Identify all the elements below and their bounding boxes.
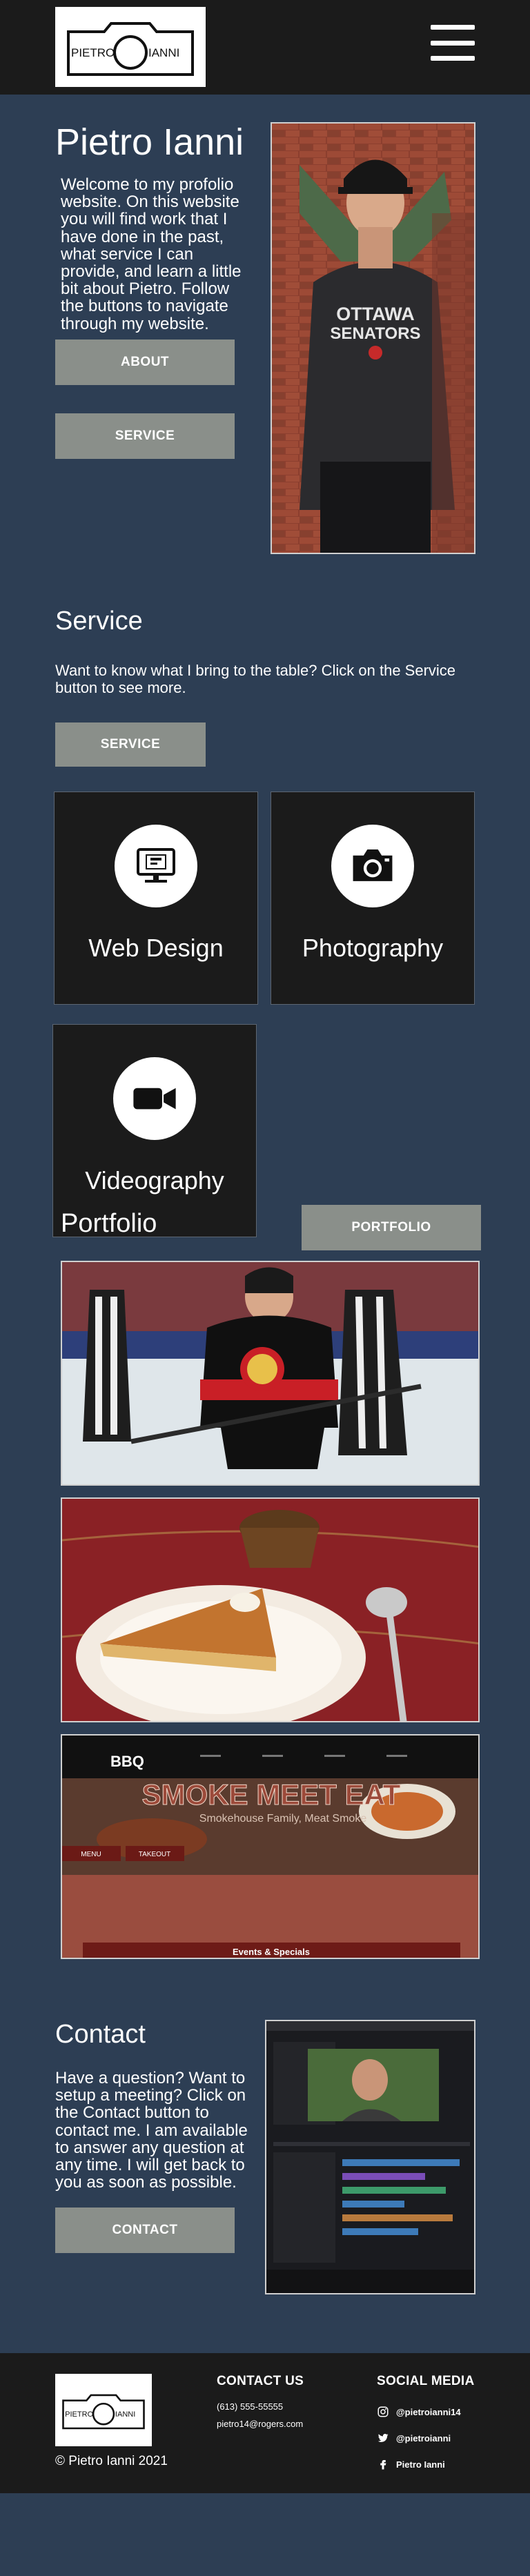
instagram-link[interactable]: @pietroianni14	[377, 2399, 475, 2425]
footer-logo[interactable]: PIETRO IANNI	[55, 2374, 152, 2446]
contact-section: Contact Have a question? Want to setup a…	[0, 2020, 530, 2353]
footer-logo-text-right: IANNI	[115, 2410, 135, 2419]
videography-card[interactable]: Videography	[52, 1024, 257, 1237]
facebook-link[interactable]: Pietro Ianni	[377, 2451, 475, 2477]
portrait-photo: OTTAWA SENATORS	[271, 122, 475, 554]
bbq-menu-text: MENU	[81, 1851, 101, 1858]
phone-number[interactable]: (613) 555-55555	[217, 2399, 304, 2416]
twitter-link[interactable]: @pietroianni	[377, 2425, 475, 2451]
instagram-icon	[377, 2406, 389, 2417]
portfolio-section: Portfolio PORTFOLIO BBQ SMOKE MEET EAT S…	[0, 1205, 530, 2020]
social-media-heading: SOCIAL MEDIA	[377, 2374, 475, 2388]
site-header: PIETRO IANNI	[0, 0, 530, 95]
bbq-headline: SMOKE MEET EAT	[142, 1778, 401, 1811]
copyright-text: © Pietro Ianni 2021	[55, 2454, 168, 2468]
twitter-icon	[377, 2433, 389, 2442]
facebook-icon	[380, 2460, 386, 2470]
hamburger-menu-icon[interactable]	[431, 25, 475, 61]
service-description: Want to know what I bring to the table? …	[55, 662, 456, 697]
footer-contact: CONTACT US (613) 555-55555 pietro14@roge…	[217, 2374, 304, 2432]
photography-card[interactable]: Photography	[271, 792, 475, 1005]
camera-logo-icon: PIETRO IANNI	[62, 2394, 145, 2429]
instagram-handle: @pietroianni14	[396, 2406, 461, 2417]
camera-icon	[331, 825, 414, 907]
page-title: Pietro Ianni	[55, 121, 244, 163]
contact-heading: Contact	[55, 2020, 146, 2049]
shirt-print-line1: OTTAWA	[336, 304, 414, 324]
bbq-subheadline: Smokehouse Family, Meat Smoke	[199, 1813, 367, 1825]
contact-description: Have a question? Want to setup a meeting…	[55, 2069, 248, 2192]
videography-label: Videography	[85, 1166, 224, 1194]
logo-text-right: IANNI	[148, 46, 179, 59]
photography-label: Photography	[302, 934, 444, 962]
footer-logo-text-left: PIETRO	[65, 2410, 93, 2419]
footer-social: SOCIAL MEDIA @pietroianni14 @pietroianni…	[377, 2374, 475, 2477]
about-button[interactable]: ABOUT	[55, 340, 235, 385]
facebook-name: Pietro Ianni	[396, 2459, 445, 2470]
hero-intro-text: Welcome to my profolio website. On this …	[61, 175, 242, 333]
service-section: Service Want to know what I bring to the…	[0, 598, 530, 1237]
contact-button[interactable]: CONTACT	[55, 2208, 235, 2253]
logo-text-left: PIETRO	[71, 46, 115, 59]
web-design-label: Web Design	[88, 934, 224, 962]
hero-service-button[interactable]: SERVICE	[55, 413, 235, 459]
portfolio-button[interactable]: PORTFOLIO	[302, 1205, 481, 1250]
contact-us-heading: CONTACT US	[217, 2374, 304, 2388]
site-logo[interactable]: PIETRO IANNI	[55, 7, 206, 87]
email-address[interactable]: pietro14@rogers.com	[217, 2416, 304, 2433]
twitter-handle: @pietroianni	[396, 2432, 451, 2444]
service-button[interactable]: SERVICE	[55, 722, 206, 767]
hockey-photo[interactable]	[61, 1261, 480, 1486]
hero-section: Pietro Ianni Welcome to my profolio webs…	[0, 95, 530, 598]
camera-logo-icon: PIETRO IANNI	[67, 22, 194, 76]
video-camera-icon	[113, 1057, 196, 1140]
shirt-print-line2: SENATORS	[330, 324, 420, 343]
site-footer: PIETRO IANNI © Pietro Ianni 2021 CONTACT…	[0, 2353, 530, 2493]
web-design-card[interactable]: Web Design	[54, 792, 258, 1005]
bbq-events-text: Events & Specials	[233, 1947, 310, 1957]
bbq-takeout-text: TAKEOUT	[139, 1851, 170, 1858]
pie-photo[interactable]	[61, 1497, 480, 1722]
video-editing-photo	[265, 2020, 475, 2294]
portfolio-heading: Portfolio	[61, 1209, 157, 1238]
computer-monitor-icon	[115, 825, 197, 907]
bbq-brand-text: BBQ	[110, 1753, 144, 1770]
bbq-website-screenshot[interactable]: BBQ SMOKE MEET EAT Smokehouse Family, Me…	[61, 1734, 480, 1959]
service-heading: Service	[55, 607, 143, 636]
